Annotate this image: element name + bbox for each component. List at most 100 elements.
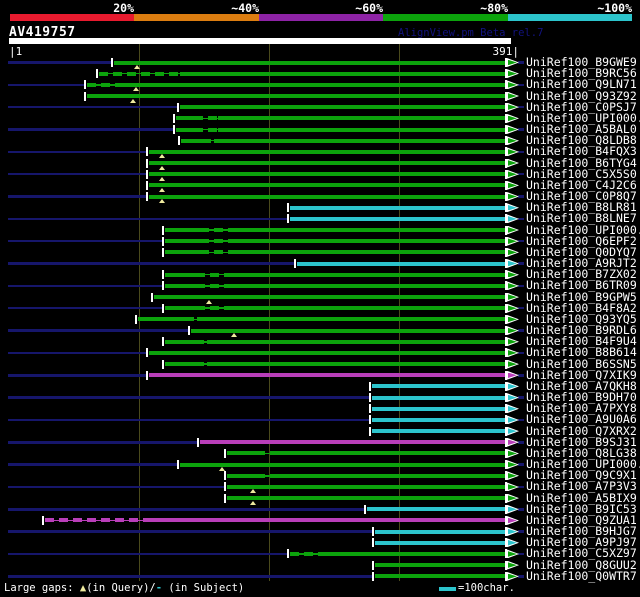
alignment-bar-gapped-segment[interactable] [172,183,181,188]
alignment-bar-gapped-segment[interactable] [182,295,191,300]
alignment-bar-gapped-segment[interactable] [266,496,275,501]
alignment-bar-segment[interactable] [164,250,200,255]
alignment-bar-segment[interactable] [207,362,222,367]
alignment-bar-segment[interactable] [230,283,505,288]
alignment-bar-segment[interactable] [230,228,505,233]
subject-label[interactable]: UniRef100_Q0WTR7 [526,570,637,582]
alignment-bar-gapped-segment[interactable] [195,339,207,344]
alignment-bar-segment[interactable] [229,362,505,367]
alignment-bar-segment[interactable] [181,194,505,199]
alignment-bar-segment[interactable] [180,138,202,143]
alignment-bar-segment[interactable] [148,373,505,378]
alignment-bar-segment[interactable] [148,194,172,199]
alignment-bar-segment[interactable] [217,328,505,333]
alignment-bar-gapped-segment[interactable] [194,116,218,121]
alignment-bar-gapped-segment[interactable] [98,71,180,76]
alignment-bar-gapped-segment[interactable] [200,228,230,233]
alignment-bar-gapped-segment[interactable] [194,127,218,132]
alignment-bar-gapped-segment[interactable] [222,362,229,367]
alignment-bar-segment[interactable] [226,496,266,501]
alignment-bar-gapped-segment[interactable] [185,317,197,322]
alignment-bar-segment[interactable] [230,239,505,244]
alignment-bar-segment[interactable] [86,94,505,98]
alignment-bar-segment[interactable] [137,317,185,322]
alignment-bar-segment[interactable] [118,82,505,87]
alignment-bar-segment[interactable] [150,518,505,523]
alignment-bar-segment[interactable] [164,239,200,244]
alignment-bar-segment[interactable] [374,574,505,579]
alignment-bar-segment[interactable] [113,60,505,65]
alignment-bar-segment[interactable] [164,228,200,233]
alignment-bar-gapped-segment[interactable] [208,328,217,333]
alignment-bar-segment[interactable] [289,205,505,210]
alignment-bar-segment[interactable] [296,261,505,266]
alignment-bar-segment[interactable] [180,71,505,76]
alignment-bar-gapped-segment[interactable] [196,306,230,311]
alignment-bar-gapped-segment[interactable] [202,138,214,143]
alignment-bar-segment[interactable] [374,540,505,545]
alignment-bar-segment[interactable] [148,183,172,188]
alignment-bar-segment[interactable] [164,272,196,277]
alignment-bar-segment[interactable] [164,339,195,344]
alignment-bar-gapped-segment[interactable] [200,239,230,244]
query-gap-marker-icon [158,199,165,204]
alignment-bar-segment[interactable] [230,250,505,255]
alignment-bar-segment[interactable] [230,306,505,311]
alignment-bar-segment[interactable] [164,283,196,288]
alignment-bar-gapped-segment[interactable] [196,272,230,277]
subject-end-tick [505,426,507,436]
alignment-bar-segment[interactable] [153,295,182,300]
alignment-bar-segment[interactable] [218,127,505,132]
alignment-bar-segment[interactable] [181,183,505,188]
alignment-bar-segment[interactable] [148,149,505,154]
query-extent-line [8,128,173,131]
alignment-bar-segment[interactable] [175,116,194,121]
alignment-bar-segment[interactable] [175,127,194,132]
alignment-bar-gapped-segment[interactable] [172,194,181,199]
alignment-bar-gapped-segment[interactable] [224,339,231,344]
alignment-bar-gapped-segment[interactable] [200,250,230,255]
alignment-bar-segment[interactable] [371,417,505,422]
alignment-bar-segment[interactable] [199,440,505,445]
alignment-bar-segment[interactable] [289,216,505,221]
alignment-bar-gapped-segment[interactable] [86,82,118,87]
alignment-bar-gapped-segment[interactable] [196,283,230,288]
alignment-bar-segment[interactable] [275,496,505,501]
alignment-bar-segment[interactable] [190,328,208,333]
alignment-bar-segment[interactable] [214,138,505,143]
alignment-bar-segment[interactable] [318,551,505,556]
alignment-bar-segment[interactable] [164,362,195,367]
alignment-bar-segment[interactable] [371,395,505,400]
alignment-bar-gapped-segment[interactable] [44,518,150,523]
alignment-bar-segment[interactable] [148,350,505,355]
alignment-bar-gapped-segment[interactable] [237,462,244,467]
alignment-bar-segment[interactable] [371,384,505,389]
alignment-bar-gapped-segment[interactable] [256,473,278,478]
alignment-bar-segment[interactable] [231,339,505,344]
alignment-bar-segment[interactable] [179,462,237,467]
alignment-bar-segment[interactable] [179,105,505,110]
alignment-bar-segment[interactable] [191,295,505,300]
alignment-bar-segment[interactable] [371,406,505,411]
alignment-bar-segment[interactable] [374,529,505,534]
alignment-bar-gapped-segment[interactable] [289,551,318,556]
alignment-bar-segment[interactable] [226,473,256,478]
alignment-bar-segment[interactable] [226,484,505,489]
alignment-bar-segment[interactable] [374,563,505,568]
alignment-bar-segment[interactable] [226,451,256,456]
alignment-bar-gapped-segment[interactable] [256,451,278,456]
alignment-bar-segment[interactable] [371,429,505,434]
alignment-bar-segment[interactable] [197,317,505,322]
alignment-bar-segment[interactable] [148,161,505,166]
alignment-bar-segment[interactable] [218,116,505,121]
alignment-bar-segment[interactable] [230,272,505,277]
gridline [399,44,400,581]
alignment-bar-segment[interactable] [244,462,505,467]
alignment-bar-segment[interactable] [148,172,505,177]
alignment-bar-gapped-segment[interactable] [195,362,207,367]
alignment-bar-segment[interactable] [278,473,505,478]
alignment-bar-segment[interactable] [164,306,196,311]
alignment-bar-segment[interactable] [366,507,505,512]
alignment-bar-segment[interactable] [278,451,505,456]
alignment-bar-segment[interactable] [207,339,224,344]
